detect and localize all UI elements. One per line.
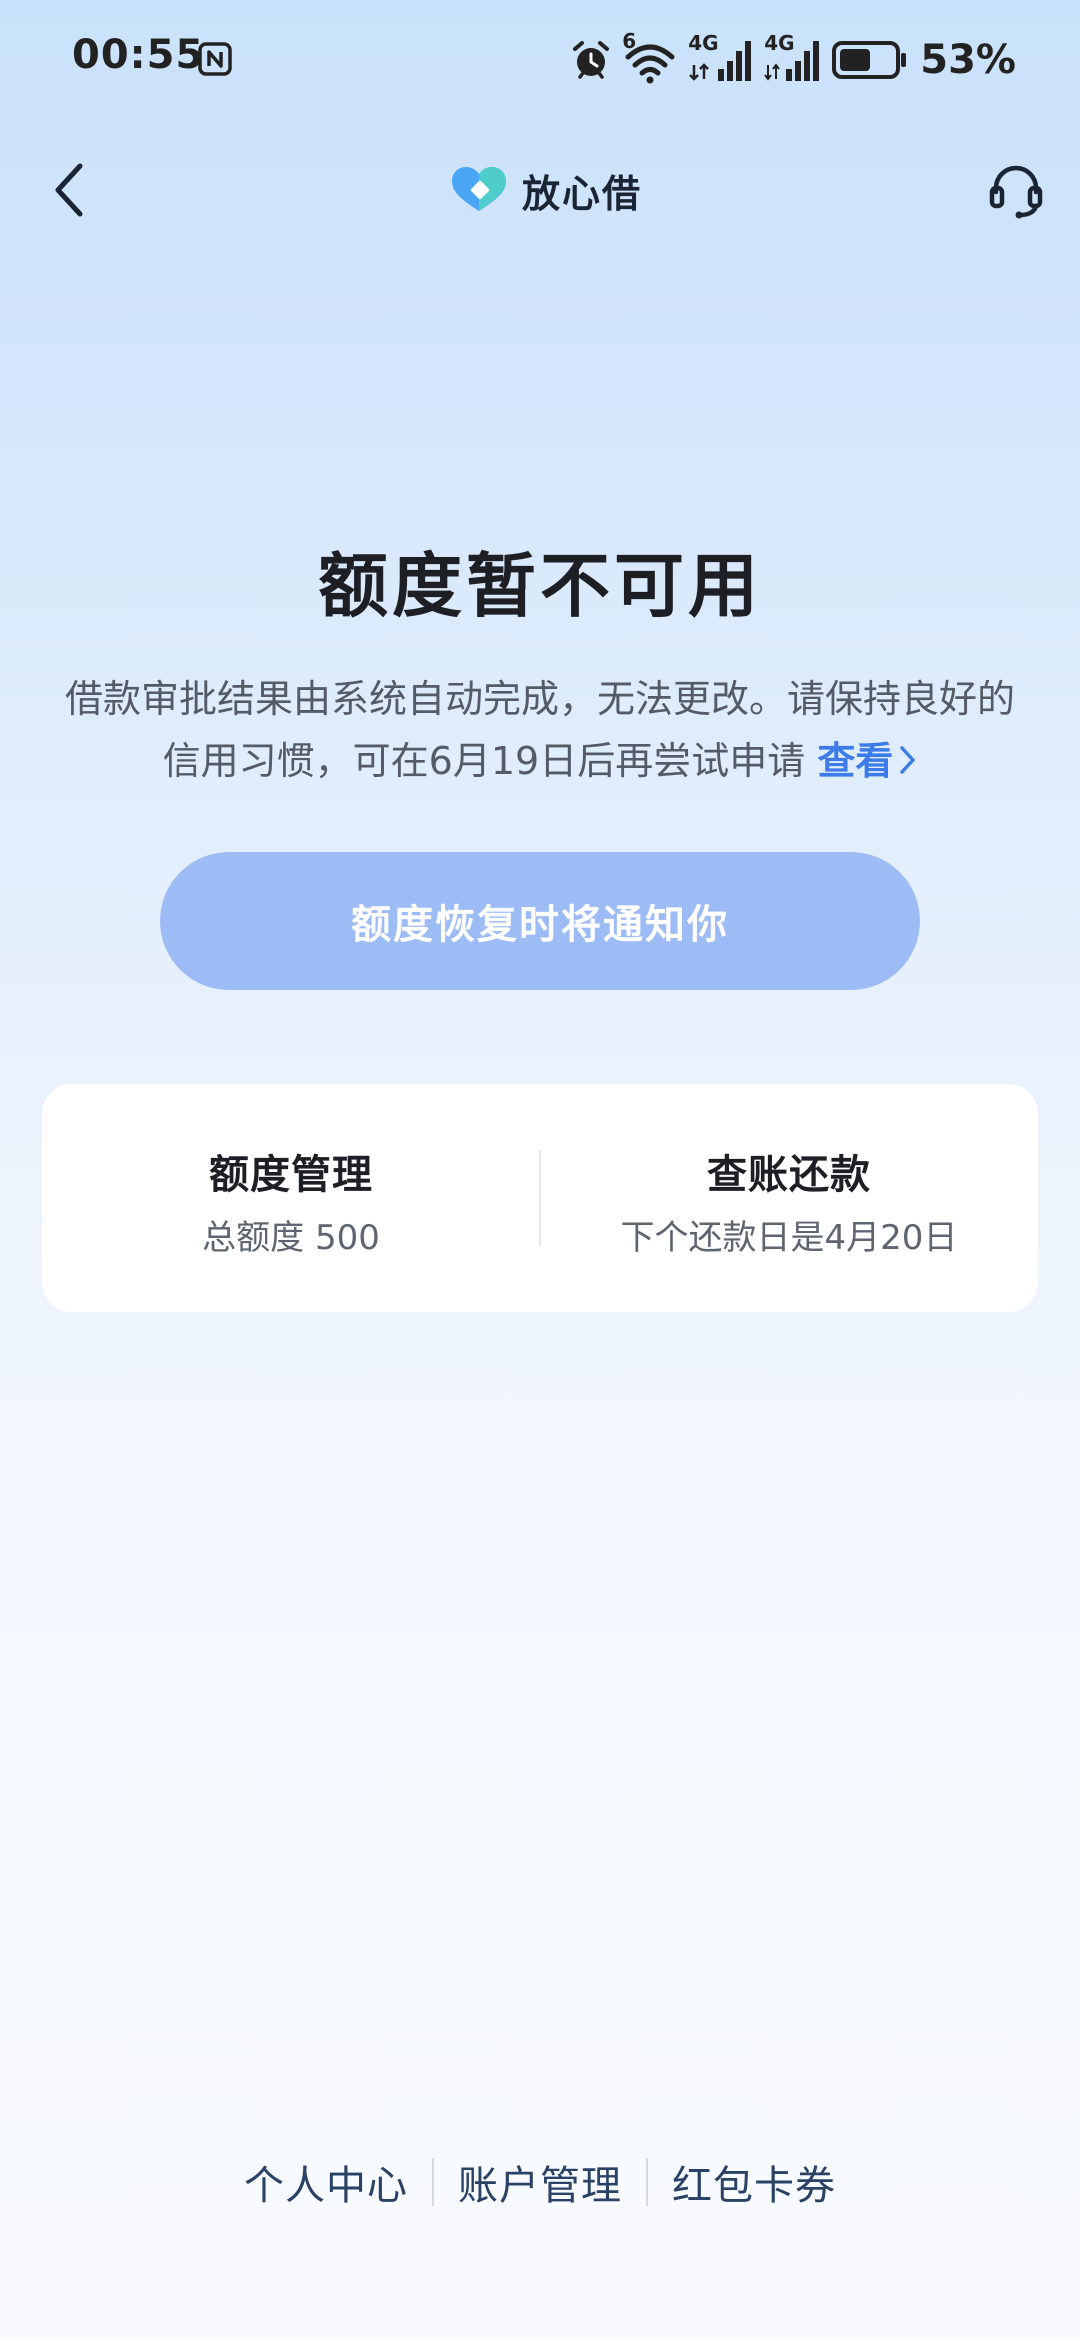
account-management-link[interactable]: 账户管理 [434,2153,646,2211]
cell-signal-1: 4G [688,31,754,85]
nav-bar: 放心借 [0,140,1080,240]
signal-bars-icon [689,41,752,81]
status-time: 00:55 [72,32,205,78]
view-link-label: 查看 [817,739,894,783]
brand-name: 放心借 [522,171,643,216]
status-icons: 6 4G 4G 53% [570,29,1016,90]
coupons-link[interactable]: 红包卡券 [648,2153,860,2211]
signal-bars-icon [764,41,820,81]
total-credit-text: 总额度 500 [202,1218,380,1258]
wifi-indicator: 6 [622,29,678,85]
page-title: 额度暂不可用 [318,545,762,627]
chevron-right-icon [900,746,916,774]
notify-when-restored-button[interactable]: 额度恢复时将通知你 [160,852,920,990]
personal-center-link[interactable]: 个人中心 [220,2153,432,2211]
cell-signal-2: 4G [764,31,822,85]
bottom-links: 个人中心 账户管理 红包卡券 [0,2152,1080,2212]
credit-management-entry[interactable]: 额度管理 总额度 500 [42,1084,540,1312]
alarm-icon [573,41,610,79]
headset-icon [989,165,1043,219]
status-description: 借款审批结果由系统自动完成，无法更改。请保持良好的信用习惯，可在6月19日后再尝… [50,668,1030,792]
credit-management-title: 额度管理 [209,1152,373,1198]
nav-title: 放心借 [450,162,642,218]
wifi-badge: 6 [622,29,637,53]
repayment-title: 查账还款 [707,1152,871,1198]
chevron-left-icon [55,163,83,217]
battery-percent: 53% [920,37,1016,83]
view-details-link[interactable]: 查看 [817,739,917,783]
repayment-entry[interactable]: 查账还款 下个还款日是4月20日 [540,1084,1038,1312]
customer-service-button[interactable] [980,154,1052,226]
status-bar: 00:55 6 4G 4G 53% [0,0,1080,120]
nfc-icon [198,42,232,76]
account-summary-card: 额度管理 总额度 500 查账还款 下个还款日是4月20日 [42,1084,1038,1312]
brand-logo-icon [452,167,506,211]
battery-icon [832,41,907,79]
back-button[interactable] [36,156,104,224]
next-repayment-text: 下个还款日是4月20日 [620,1218,958,1258]
